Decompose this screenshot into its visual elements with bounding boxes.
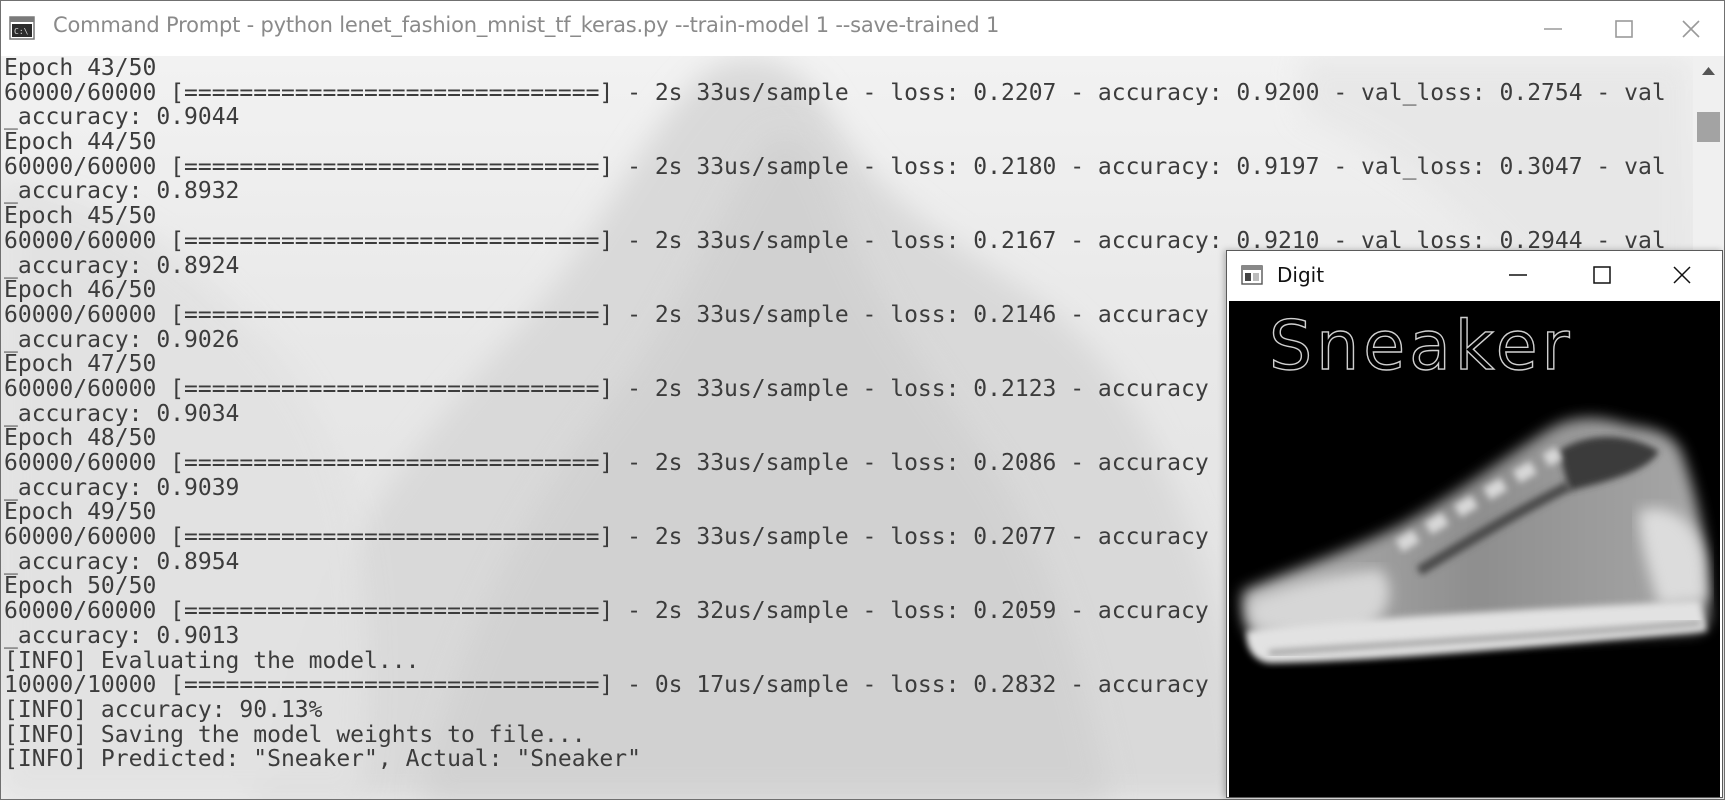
maximize-icon <box>1615 20 1633 38</box>
minimize-icon <box>1509 274 1527 276</box>
console-line: 60000/60000 [===========================… <box>4 79 1666 106</box>
console-line: _accuracy: 0.8932 <box>4 178 240 205</box>
console-line: Epoch 44/50 <box>4 129 157 156</box>
console-line: 60000/60000 [===========================… <box>4 153 1666 180</box>
minimize-button[interactable] <box>1518 1 1588 56</box>
title-bar[interactable]: C:\ Command Prompt - python lenet_fashio… <box>1 1 1724 57</box>
prediction-label: Sneaker <box>1268 306 1574 386</box>
digit-title-bar[interactable]: Digit <box>1227 251 1722 301</box>
digit-window-title: Digit <box>1277 263 1325 287</box>
digit-close-button[interactable] <box>1648 251 1718 301</box>
maximize-button[interactable] <box>1589 1 1659 56</box>
svg-text:C:\: C:\ <box>14 27 29 36</box>
close-icon <box>1682 20 1700 38</box>
scrollbar-thumb[interactable] <box>1697 112 1720 142</box>
maximize-icon <box>1593 266 1611 284</box>
image-window-icon <box>1241 265 1263 285</box>
window-title: Command Prompt - python lenet_fashion_mn… <box>53 13 1000 37</box>
console-line: Epoch 45/50 <box>4 203 157 230</box>
digit-image-window: Digit Sneaker <box>1226 250 1723 798</box>
digit-maximize-button[interactable] <box>1568 251 1638 301</box>
prediction-image-canvas: Sneaker <box>1229 301 1720 797</box>
scroll-up-arrow-icon[interactable] <box>1693 56 1724 86</box>
console-line: Epoch 43/50 <box>4 56 157 81</box>
digit-minimize-button[interactable] <box>1484 251 1554 301</box>
minimize-icon <box>1544 28 1562 30</box>
cmd-icon: C:\ <box>9 16 35 40</box>
close-icon <box>1673 266 1691 284</box>
close-button[interactable] <box>1656 1 1724 56</box>
console-line: _accuracy: 0.9044 <box>4 104 240 131</box>
